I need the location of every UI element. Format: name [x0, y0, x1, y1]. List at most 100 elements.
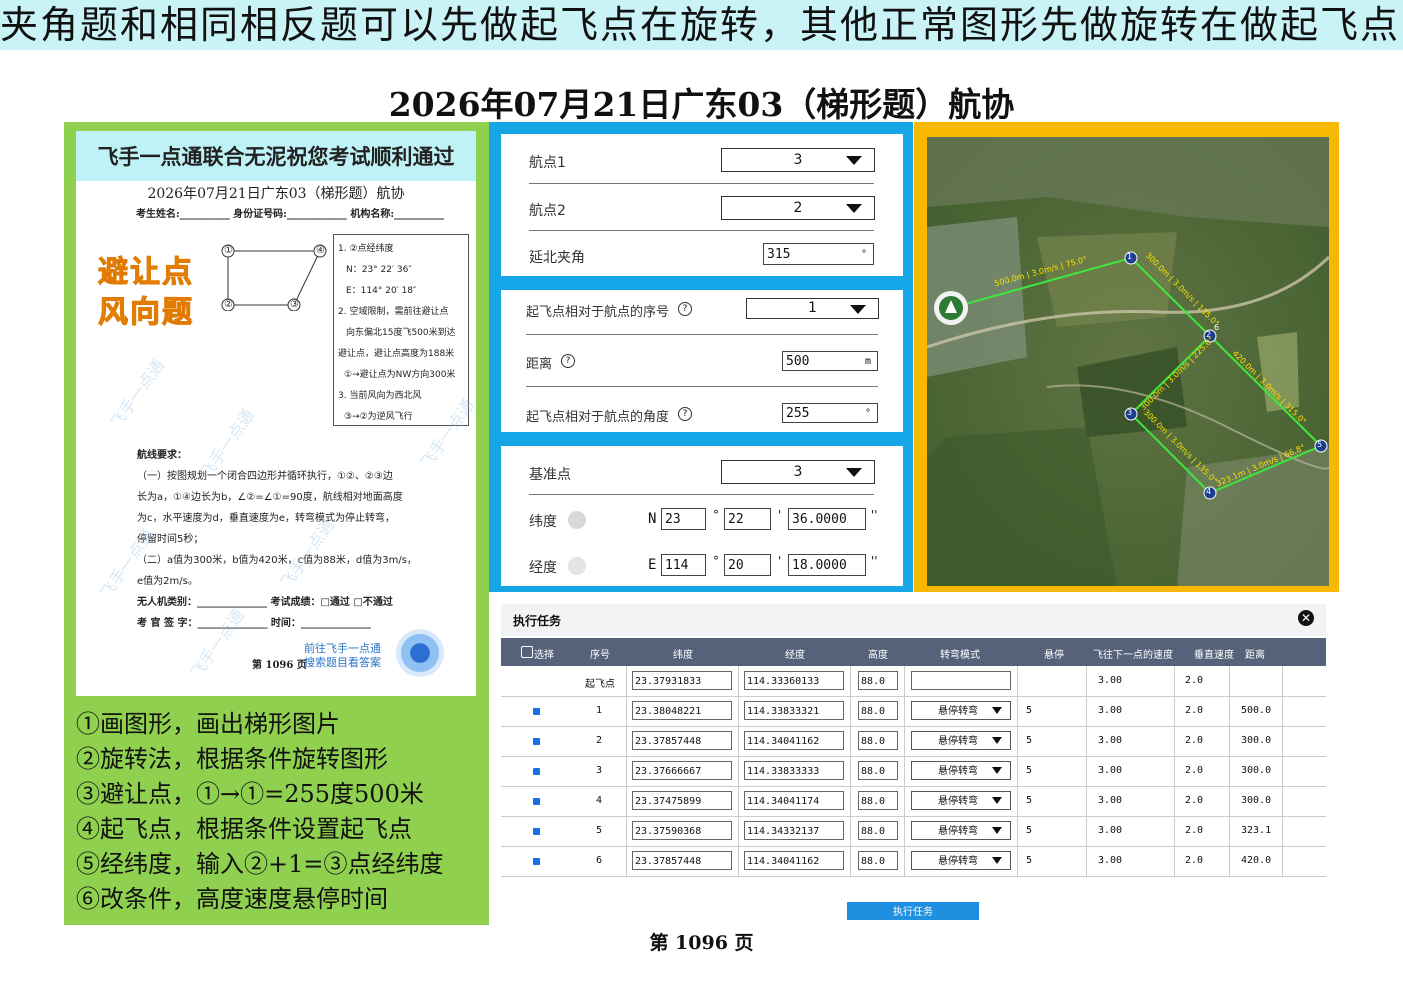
waypoint1-select[interactable]: 3	[721, 148, 875, 172]
lon-minute-input[interactable]: 20	[724, 554, 771, 576]
altitude-input[interactable]: 88.0	[858, 791, 898, 810]
table-row[interactable]: 起飞点 23.37931833 114.33360133 88.0 3.00 2…	[501, 667, 1326, 697]
column-header: 垂直速度	[1194, 650, 1234, 661]
satellite-map[interactable]: 1 2 3 4 5 6 500.0m | 3.0m/s | 75.0° 300.…	[927, 137, 1329, 586]
latitude-label: 纬度	[529, 514, 557, 530]
base-point-select[interactable]: 3	[721, 460, 875, 484]
distance-label: 距离	[526, 357, 553, 372]
turn-mode-select[interactable]: 悬停转弯	[911, 731, 1011, 750]
altitude-input[interactable]: 88.0	[858, 761, 898, 780]
longitude-input[interactable]: 114.34041162	[744, 731, 844, 750]
turn-mode-select[interactable]: 悬停转弯	[911, 701, 1011, 720]
altitude-input[interactable]: 88.0	[858, 671, 898, 690]
sketch-point-4: ④	[316, 245, 325, 256]
conditions-box: 1. ②点经纬度 N：23° 22′ 36″ E：114° 20′ 18″ 2.…	[333, 234, 469, 426]
watermark: 飞手一点通	[106, 355, 168, 433]
altitude-input[interactable]: 88.0	[858, 821, 898, 840]
north-angle-label: 延北夹角	[529, 250, 585, 266]
waypoint-3-marker[interactable]: 3	[1127, 408, 1132, 417]
requirement-line: 长为a，①④边长为b，∠②=∠①=90度，航线相对地面高度	[137, 492, 403, 503]
exam-document: 飞手一点通联合无泥祝您考试顺利通过 2026年07月21日广东03（梯形题）航协…	[76, 131, 476, 696]
latitude-input[interactable]: 23.37857448	[632, 731, 732, 750]
lat-degree-input[interactable]: 23	[661, 508, 706, 530]
signature-line: 考生姓名:__________ 身份证号码:____________ 机构名称:…	[136, 209, 445, 220]
longitude-input[interactable]: 114.34332137	[744, 821, 844, 840]
sketch-point-2: ②	[224, 299, 233, 310]
column-header: 高度	[868, 650, 888, 661]
longitude-input[interactable]: 114.33833321	[744, 701, 844, 720]
help-icon[interactable]: ?	[678, 302, 692, 316]
chevron-down-icon	[992, 767, 1002, 774]
altitude-input[interactable]: 88.0	[858, 851, 898, 870]
takeoff-angle-input[interactable]: 255 °	[782, 403, 878, 423]
lon-second-input[interactable]: 18.0000	[788, 554, 866, 576]
distance-input[interactable]: 500 m	[782, 351, 878, 371]
turn-mode-select[interactable]: 悬停转弯	[911, 761, 1011, 780]
longitude-input[interactable]: 114.33360133	[744, 671, 844, 690]
execute-task-button[interactable]: 执行任务	[847, 902, 979, 920]
step-5: ⑤经纬度，输入②+1=③点经纬度	[76, 850, 444, 878]
row-checkbox[interactable]	[533, 738, 540, 745]
altitude-input[interactable]: 88.0	[858, 731, 898, 750]
select-all-checkbox[interactable]	[521, 646, 533, 658]
lat-second-input[interactable]: 36.0000	[788, 508, 866, 530]
waypoint-5-marker[interactable]: 5	[1317, 440, 1322, 449]
latitude-input[interactable]: 23.38048221	[632, 701, 732, 720]
condition-line: 2. 空域限制，需前往避让点	[338, 307, 449, 317]
condition-line: 3. 当前风向为西北风	[338, 391, 422, 401]
latitude-input[interactable]: 23.37475899	[632, 791, 732, 810]
longitude-input[interactable]: 114.34041162	[744, 851, 844, 870]
table-row[interactable]: 2 23.37857448 114.34041162 88.0 悬停转弯 5 3…	[501, 727, 1326, 757]
step-6: ⑥改条件，高度速度悬停时间	[76, 885, 388, 913]
altitude-input[interactable]: 88.0	[858, 701, 898, 720]
latitude-input[interactable]: 23.37857448	[632, 851, 732, 870]
turn-mode-select[interactable]: 悬停转弯	[911, 791, 1011, 810]
column-header: 选择	[534, 650, 554, 661]
help-icon[interactable]: ?	[561, 354, 575, 368]
waypoint1-label: 航点1	[529, 155, 566, 171]
longitude-input[interactable]: 114.33833333	[744, 761, 844, 780]
chevron-down-icon	[846, 156, 862, 165]
north-angle-input[interactable]: 315 °	[763, 243, 874, 265]
map-svg	[927, 137, 1329, 586]
waypoint2-select[interactable]: 2	[721, 196, 875, 220]
table-row[interactable]: 4 23.37475899 114.34041174 88.0 悬停转弯 5 3…	[501, 787, 1326, 817]
column-header: 纬度	[673, 650, 693, 661]
waypoint-4-marker[interactable]: 4	[1206, 487, 1211, 496]
step-3: ③避让点，①→①=255度500米	[76, 780, 424, 808]
table-row[interactable]: 3 23.37666667 114.33833333 88.0 悬停转弯 5 3…	[501, 757, 1326, 787]
step-4: ④起飞点，根据条件设置起飞点	[76, 815, 412, 843]
lat-minute-input[interactable]: 22	[724, 508, 771, 530]
table-row[interactable]: 5 23.37590368 114.34332137 88.0 悬停转弯 5 3…	[501, 817, 1326, 847]
takeoff-index-select[interactable]: 1	[746, 298, 879, 319]
latitude-input[interactable]: 23.37931833	[632, 671, 732, 690]
lon-degree-input[interactable]: 114	[661, 554, 706, 576]
chevron-down-icon	[992, 737, 1002, 744]
help-icon[interactable]: ?	[678, 407, 692, 421]
condition-line: 向东偏北15度飞500米到达	[346, 328, 456, 338]
row-checkbox[interactable]	[533, 858, 540, 865]
table-row[interactable]: 1 23.38048221 114.33833321 88.0 悬停转弯 5 3…	[501, 697, 1326, 727]
lon-prefix: E	[648, 557, 657, 573]
row-checkbox[interactable]	[533, 828, 540, 835]
longitude-input[interactable]: 114.34041174	[744, 791, 844, 810]
sketch-point-1: ①	[224, 245, 233, 256]
close-icon[interactable]: ✕	[1298, 610, 1314, 626]
turn-mode-select[interactable]: 悬停转弯	[911, 851, 1011, 870]
stamp-avoid-point: 避让点	[98, 255, 194, 291]
latitude-input[interactable]: 23.37590368	[632, 821, 732, 840]
waypoint-1-marker[interactable]: 1	[1127, 252, 1132, 261]
row-checkbox[interactable]	[533, 708, 540, 715]
turn-mode-select[interactable]	[911, 671, 1011, 690]
table-row[interactable]: 6 23.37857448 114.34041162 88.0 悬停转弯 5 3…	[501, 847, 1326, 877]
document-header: 飞手一点通联合无泥祝您考试顺利通过	[76, 131, 476, 181]
turn-mode-select[interactable]: 悬停转弯	[911, 821, 1011, 840]
column-header: 转弯模式	[940, 650, 980, 661]
condition-line: E：114° 20′ 18″	[346, 286, 417, 296]
longitude-label: 经度	[529, 560, 557, 576]
stamp-wind-direction: 风向题	[98, 295, 194, 331]
row-checkbox[interactable]	[533, 798, 540, 805]
latitude-input[interactable]: 23.37666667	[632, 761, 732, 780]
row-checkbox[interactable]	[533, 768, 540, 775]
condition-line: 避让点，避让点高度为188米	[338, 349, 455, 359]
